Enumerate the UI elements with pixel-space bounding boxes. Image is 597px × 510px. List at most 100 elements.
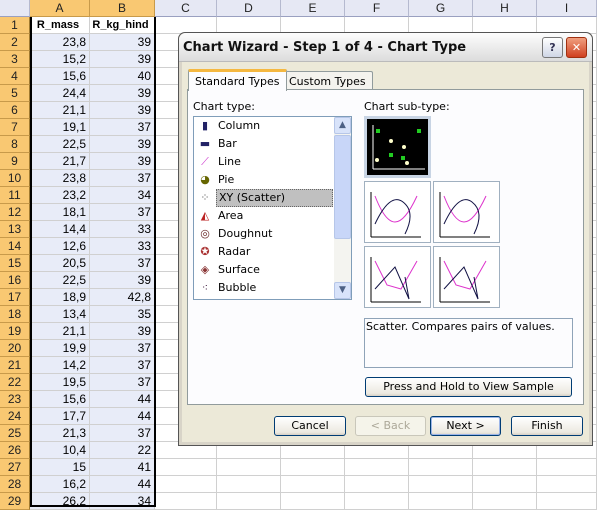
row-header[interactable]: 17: [0, 289, 30, 306]
cell[interactable]: 22,5: [30, 136, 90, 153]
chart-type-line[interactable]: ⟋ Line: [196, 153, 333, 171]
cell[interactable]: 18,1: [30, 204, 90, 221]
subtype-smoothed-markers[interactable]: [364, 181, 431, 243]
cell[interactable]: 41: [90, 459, 155, 476]
column-header-E[interactable]: E: [281, 0, 345, 17]
chart-type-xy-scatter[interactable]: ⁘ XY (Scatter): [196, 189, 333, 207]
cell[interactable]: 10,4: [30, 442, 90, 459]
cell[interactable]: 23,2: [30, 187, 90, 204]
row-header[interactable]: 21: [0, 357, 30, 374]
chart-type-pie[interactable]: ◕ Pie: [196, 171, 333, 189]
row-header[interactable]: 7: [0, 119, 30, 136]
row-header[interactable]: 10: [0, 170, 30, 187]
cell[interactable]: 18,9: [30, 289, 90, 306]
column-header-C[interactable]: C: [155, 0, 217, 17]
cell[interactable]: 21,1: [30, 102, 90, 119]
cell[interactable]: [155, 493, 217, 510]
row-header[interactable]: 12: [0, 204, 30, 221]
cell[interactable]: [409, 493, 473, 510]
cell[interactable]: 44: [90, 391, 155, 408]
cell[interactable]: [345, 459, 409, 476]
cell[interactable]: 23,8: [30, 34, 90, 51]
column-header-G[interactable]: G: [409, 0, 473, 17]
cell[interactable]: [345, 476, 409, 493]
chart-type-area[interactable]: ◭ Area: [196, 207, 333, 225]
row-header[interactable]: 5: [0, 85, 30, 102]
row-header[interactable]: 24: [0, 408, 30, 425]
scrollbar[interactable]: ▲ ▼: [334, 117, 351, 299]
subtype-lines-markers[interactable]: [364, 246, 431, 308]
cell[interactable]: 19,9: [30, 340, 90, 357]
cell[interactable]: 39: [90, 323, 155, 340]
chart-type-doughnut[interactable]: ◎ Doughnut: [196, 225, 333, 243]
cell[interactable]: 14,2: [30, 357, 90, 374]
row-header[interactable]: 14: [0, 238, 30, 255]
cell[interactable]: 37: [90, 119, 155, 136]
cell[interactable]: 37: [90, 357, 155, 374]
scroll-thumb[interactable]: [334, 135, 351, 239]
cell[interactable]: 33: [90, 221, 155, 238]
cell[interactable]: 15,6: [30, 391, 90, 408]
scroll-down-button[interactable]: ▼: [334, 282, 351, 299]
column-header-D[interactable]: D: [217, 0, 281, 17]
cell[interactable]: 39: [90, 136, 155, 153]
row-header[interactable]: 8: [0, 136, 30, 153]
row-header[interactable]: 25: [0, 425, 30, 442]
cell[interactable]: 42,8: [90, 289, 155, 306]
row-header[interactable]: 26: [0, 442, 30, 459]
close-button[interactable]: ✕: [566, 37, 587, 58]
cell[interactable]: 21,7: [30, 153, 90, 170]
corner-select-all[interactable]: [0, 0, 30, 17]
cell[interactable]: 39: [90, 85, 155, 102]
cell[interactable]: R_mass: [30, 17, 90, 34]
cell[interactable]: [537, 459, 597, 476]
cell[interactable]: [217, 459, 281, 476]
row-header[interactable]: 28: [0, 476, 30, 493]
column-header-I[interactable]: I: [537, 0, 597, 17]
chart-type-bar[interactable]: ▬ Bar: [196, 135, 333, 153]
cell[interactable]: 15,2: [30, 51, 90, 68]
chart-type-radar[interactable]: ✪ Radar: [196, 243, 333, 261]
cell[interactable]: 39: [90, 272, 155, 289]
cell[interactable]: [281, 493, 345, 510]
cell[interactable]: 24,4: [30, 85, 90, 102]
cell[interactable]: 34: [90, 187, 155, 204]
cell[interactable]: [537, 476, 597, 493]
chart-type-column[interactable]: ▮ Column: [196, 117, 333, 135]
cell[interactable]: 39: [90, 102, 155, 119]
cell[interactable]: 21,3: [30, 425, 90, 442]
cell[interactable]: 23,8: [30, 170, 90, 187]
help-button[interactable]: ?: [542, 37, 563, 58]
row-header[interactable]: 1: [0, 17, 30, 34]
cell[interactable]: 44: [90, 476, 155, 493]
view-sample-button[interactable]: Press and Hold to View Sample: [365, 377, 572, 397]
cell[interactable]: 26,2: [30, 493, 90, 510]
row-header[interactable]: 19: [0, 323, 30, 340]
cell[interactable]: 16,2: [30, 476, 90, 493]
cell[interactable]: 33: [90, 238, 155, 255]
cell[interactable]: 37: [90, 340, 155, 357]
cell[interactable]: 39: [90, 153, 155, 170]
row-header[interactable]: 27: [0, 459, 30, 476]
cell[interactable]: [473, 476, 537, 493]
cell[interactable]: [217, 493, 281, 510]
cell[interactable]: 35: [90, 306, 155, 323]
chart-type-bubble[interactable]: ⁖ Bubble: [196, 279, 333, 297]
subtype-smoothed-lines[interactable]: [433, 181, 500, 243]
cell[interactable]: 37: [90, 204, 155, 221]
chart-type-list[interactable]: ▲ ▼ ▮ Column ▬ Bar ⟋ Line ◕ Pie ⁘ XY (Scatter) ◭ Ar…: [193, 116, 352, 300]
cell[interactable]: [409, 476, 473, 493]
row-header[interactable]: 18: [0, 306, 30, 323]
cell[interactable]: 15,6: [30, 68, 90, 85]
cell[interactable]: [409, 459, 473, 476]
row-header[interactable]: 3: [0, 51, 30, 68]
row-header[interactable]: 13: [0, 221, 30, 238]
cell[interactable]: 39: [90, 34, 155, 51]
cell[interactable]: 37: [90, 425, 155, 442]
cell[interactable]: [155, 476, 217, 493]
row-header[interactable]: 22: [0, 374, 30, 391]
cell[interactable]: [473, 493, 537, 510]
subtype-lines[interactable]: [433, 246, 500, 308]
cell[interactable]: [345, 493, 409, 510]
cell[interactable]: [473, 459, 537, 476]
